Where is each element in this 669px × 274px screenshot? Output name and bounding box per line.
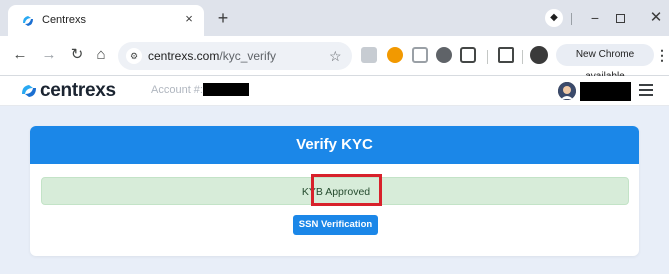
page-title: Verify KYC [296, 136, 373, 153]
user-avatar[interactable] [558, 82, 576, 100]
extension-shield-icon[interactable] [436, 47, 452, 63]
card-header: Verify KYC [30, 126, 639, 164]
new-chrome-available-button[interactable]: New Chrome available [556, 44, 654, 82]
address-bar[interactable]: ⚙ centrexs.com/kyc_verify [118, 42, 352, 70]
extension-orange-icon[interactable] [387, 47, 403, 63]
hamburger-menu-icon[interactable] [639, 84, 653, 96]
redacted-account-number [203, 83, 249, 96]
url-domain: centrexs.com [148, 49, 220, 63]
new-tab-button[interactable]: + [213, 9, 233, 29]
kyb-status-alert: KYB Approved [41, 174, 629, 206]
account-number-label: Account #: [151, 84, 203, 96]
ssn-verification-button[interactable]: SSN Verification [293, 215, 378, 235]
site-header: centrexs Account #: [0, 76, 669, 106]
browser-tab-centrexs[interactable]: Centrexs × [8, 5, 204, 36]
verify-kyc-card: Verify KYC KYB Approved SSN Verification [30, 126, 639, 256]
window-close-icon[interactable]: ✕ [645, 8, 667, 28]
minimize-icon[interactable]: − [584, 8, 606, 28]
forward-arrow-icon[interactable]: → [40, 46, 58, 64]
user-avatar-icon [558, 82, 576, 100]
toolbar-divider [487, 50, 488, 64]
home-icon[interactable]: ⌂ [92, 46, 110, 64]
extensions-puzzle-icon[interactable] [460, 47, 476, 63]
centrexs-logo-mark-icon [22, 85, 36, 97]
url-text[interactable]: centrexs.com/kyc_verify [148, 49, 276, 63]
redacted-user-name [580, 82, 631, 101]
tab-title: Centrexs [42, 14, 87, 26]
reload-icon[interactable]: ↻ [68, 46, 86, 64]
browser-toolbar: ← → ↻ ⌂ ⚙ centrexs.com/kyc_verify ☆ New … [0, 36, 669, 82]
chrome-profile-avatar[interactable] [530, 46, 548, 64]
logo-text: centrexs [40, 80, 116, 101]
tab-search-icon[interactable]: ◆ [545, 9, 563, 27]
extension-qr-icon[interactable] [412, 47, 428, 63]
window-controls-divider [571, 13, 572, 25]
tab-close-icon[interactable]: × [180, 10, 198, 28]
centrexs-logo-icon [23, 16, 33, 26]
back-arrow-icon[interactable]: ← [11, 46, 29, 64]
status-highlight-box [311, 174, 382, 206]
toolbar-divider-2 [522, 50, 523, 64]
site-info-icon[interactable]: ⚙ [126, 48, 142, 64]
extension-reader-icon[interactable] [361, 47, 377, 63]
maximize-icon[interactable] [616, 14, 625, 23]
browser-tab-strip: Centrexs × + ◆ − ✕ [0, 0, 669, 36]
reading-mode-icon[interactable] [498, 47, 514, 63]
chrome-menu-icon[interactable]: ⋮ [655, 46, 669, 64]
url-path: /kyc_verify [219, 49, 277, 63]
bookmark-star-icon[interactable]: ☆ [329, 47, 342, 65]
